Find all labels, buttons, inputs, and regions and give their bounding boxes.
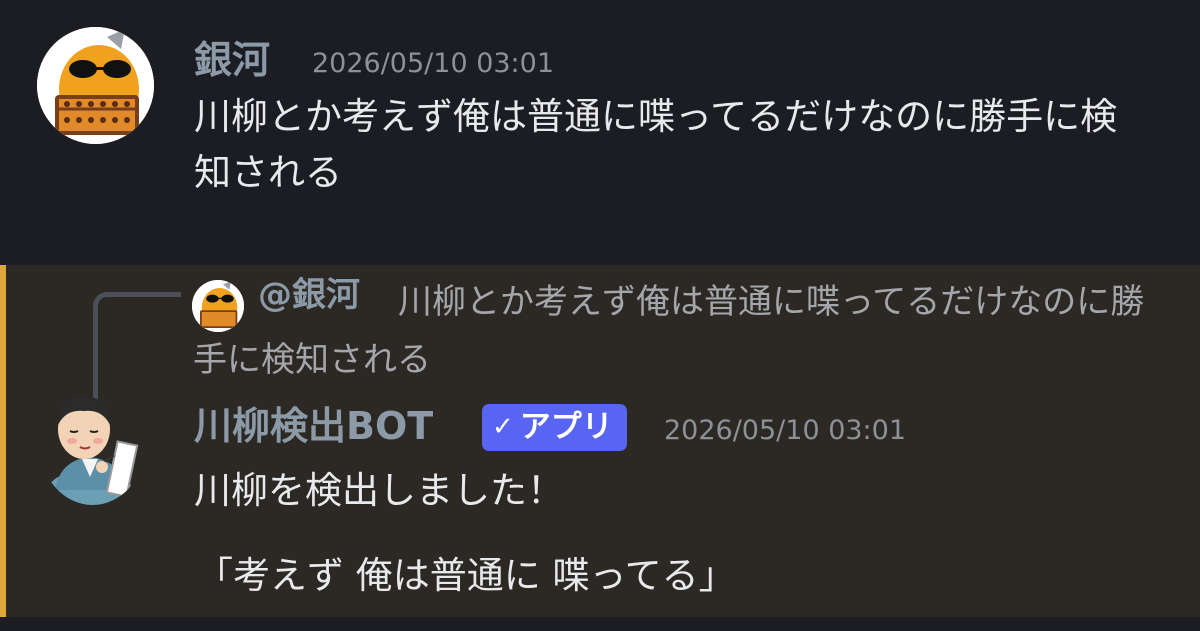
reply-connector-line	[93, 292, 181, 402]
check-icon: ✓	[492, 412, 514, 442]
message-content: 川柳とか考えず俺は普通に喋ってるだけなのに勝手に検知される	[194, 95, 1118, 194]
message-timestamp: 2026/05/10 03:01	[312, 48, 555, 79]
message-content-line2: 「考えず 俺は普通に 喋ってる」	[196, 554, 736, 597]
message-bot-highlighted: @銀河 川柳とか考えず俺は普通に喋ってるだけなのに勝手に検知される 川柳検出BO…	[0, 265, 1200, 617]
author-name[interactable]: 川柳検出BOT	[194, 404, 433, 448]
reply-preview-text[interactable]: 川柳とか考えず俺は普通に喋ってるだけなのに勝手に検知される	[193, 273, 1153, 389]
bottom-edge	[0, 617, 1200, 631]
senryu-bot-avatar-icon	[48, 396, 139, 505]
mention-highlight-bar	[0, 265, 6, 617]
author-name[interactable]: 銀河	[194, 38, 270, 82]
message-timestamp: 2026/05/10 03:01	[664, 415, 907, 446]
app-badge-label: アプリ	[519, 409, 613, 445]
ginga-avatar-icon	[37, 27, 154, 144]
message-ginga: 銀河 2026/05/10 03:01 川柳とか考えず俺は普通に喋ってるだけなの…	[0, 0, 1200, 265]
avatar-ginga[interactable]	[37, 27, 154, 144]
app-badge: ✓ アプリ	[482, 404, 627, 451]
message-content-line1: 川柳を検出しました！	[194, 469, 564, 512]
avatar-senryu-bot[interactable]	[40, 385, 145, 505]
